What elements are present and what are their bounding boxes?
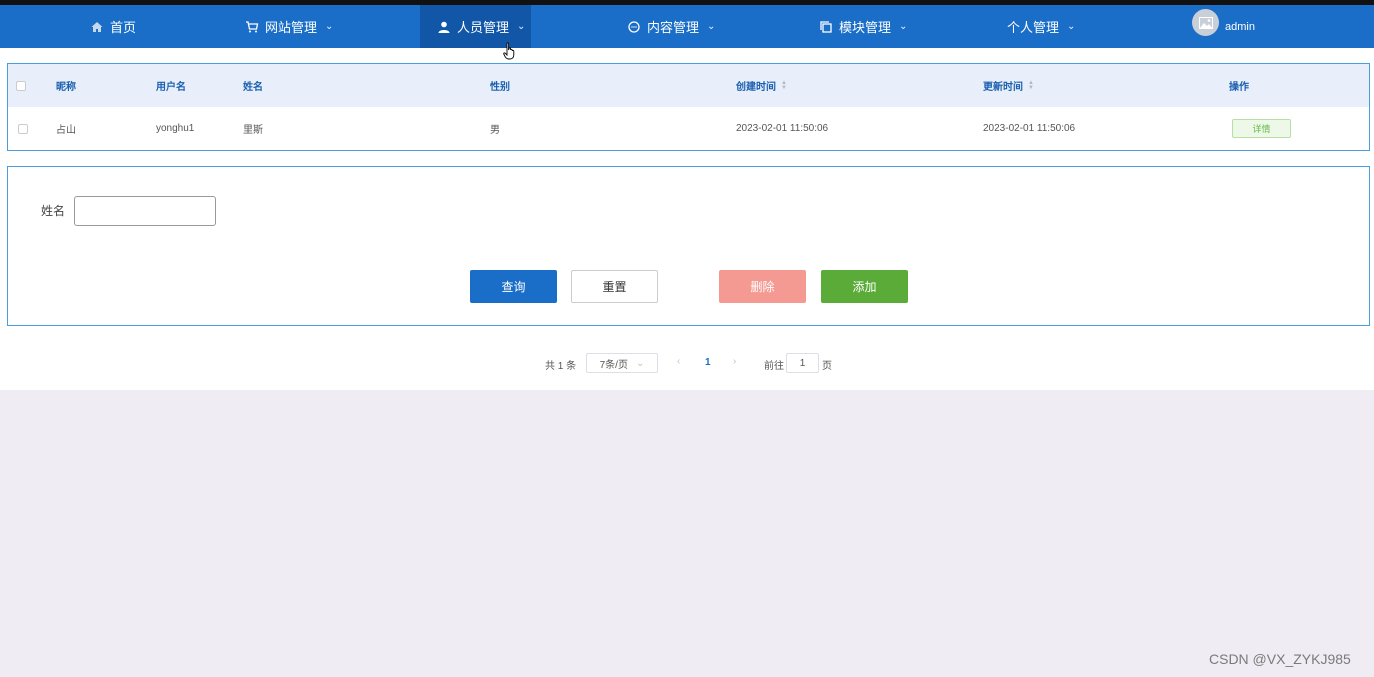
pagination: 共 1 条 7条/页 ⌄ ‹ 1 › 前往 1 页 [0,352,1374,374]
header-updated-label: 更新时间 [983,82,1023,93]
header-name: 姓名 [243,82,263,93]
page-suffix: 页 [822,361,832,372]
nav-module[interactable]: 模块管理 ⌄ [819,5,907,48]
table-header: 昵称 用户名 姓名 性别 创建时间 ▲ ▼ 更新时间 ▲ ▼ 操作 [8,64,1369,107]
header-updated[interactable]: 更新时间 ▲ ▼ [983,64,1034,107]
nav-personal-label: 个人管理 [1007,20,1060,35]
user-name[interactable]: admin [1225,5,1255,48]
page-size-select[interactable]: 7条/页 ⌄ [586,353,658,373]
sort-icon[interactable]: ▲ ▼ [781,80,787,91]
chevron-down-icon: ⌄ [517,21,526,32]
query-button[interactable]: 查询 [470,270,557,303]
name-input[interactable] [74,196,216,226]
pagination-total: 共 1 条 [545,361,577,372]
detail-button[interactable]: 详情 [1232,119,1291,138]
cart-icon [246,20,259,32]
prev-page-icon[interactable]: ‹ [677,356,680,367]
add-button[interactable]: 添加 [821,270,908,303]
chevron-down-icon: ⌄ [899,21,908,32]
nav-module-label: 模块管理 [839,20,892,35]
goto-label: 前往 [764,361,784,372]
chevron-down-icon: ⌄ [635,357,645,369]
nav-content-label: 内容管理 [647,20,700,35]
delete-button[interactable]: 删除 [719,270,806,303]
chevron-down-icon: ⌄ [325,21,334,32]
select-all-checkbox[interactable] [16,64,26,107]
hand-cursor-icon [503,42,515,60]
cell-created: 2023-02-01 11:50:06 [736,123,829,134]
header-nickname: 昵称 [56,82,76,93]
cell-username: yonghu1 [156,123,195,134]
header-username: 用户名 [156,82,186,93]
nav-home[interactable]: 首页 [90,5,136,48]
reset-button[interactable]: 重置 [571,270,658,303]
cell-gender: 男 [490,125,500,136]
name-label: 姓名 [41,204,66,218]
top-navbar: 首页 网站管理 ⌄ 人员管理 ⌄ 内容管理 ⌄ 模块管理 ⌄ 个人管理 ⌄ [0,5,1374,48]
header-action: 操作 [1229,82,1249,93]
search-form: 姓名 查询 重置 删除 添加 [7,166,1370,326]
nav-home-label: 首页 [110,20,137,35]
page-size-value: 7条/页 [599,359,628,371]
nav-website-label: 网站管理 [265,20,318,35]
nav-personal[interactable]: 个人管理 ⌄ [1007,5,1075,48]
chevron-down-icon: ⌄ [707,21,716,32]
user-icon [438,21,450,33]
copy-icon [820,20,832,33]
home-icon [91,21,103,32]
nav-website[interactable]: 网站管理 ⌄ [245,5,333,48]
cell-name: 里斯 [243,125,263,136]
chat-icon [628,20,640,33]
nav-personnel-label: 人员管理 [457,20,510,35]
row-checkbox[interactable] [18,107,28,150]
avatar[interactable] [1192,9,1219,36]
header-created-label: 创建时间 [736,82,776,93]
cell-action: 详情 [1232,107,1291,150]
chevron-down-icon: ⌄ [1067,21,1076,32]
goto-page-input[interactable]: 1 [786,353,819,373]
image-icon [1198,16,1213,29]
cell-nickname: 占山 [56,125,76,136]
page-number[interactable]: 1 [705,357,711,368]
header-gender: 性别 [490,82,510,93]
nav-content[interactable]: 内容管理 ⌄ [627,5,715,48]
next-page-icon[interactable]: › [733,356,736,367]
table-row: 占山 yonghu1 里斯 男 2023-02-01 11:50:06 2023… [8,107,1369,150]
cell-updated: 2023-02-01 11:50:06 [983,123,1076,134]
sort-icon[interactable]: ▲ ▼ [1028,80,1034,91]
watermark: CSDN @VX_ZYKJ985 [1209,651,1351,667]
header-created[interactable]: 创建时间 ▲ ▼ [736,64,787,107]
data-table: 昵称 用户名 姓名 性别 创建时间 ▲ ▼ 更新时间 ▲ ▼ 操作 占山 yongh… [7,63,1370,151]
